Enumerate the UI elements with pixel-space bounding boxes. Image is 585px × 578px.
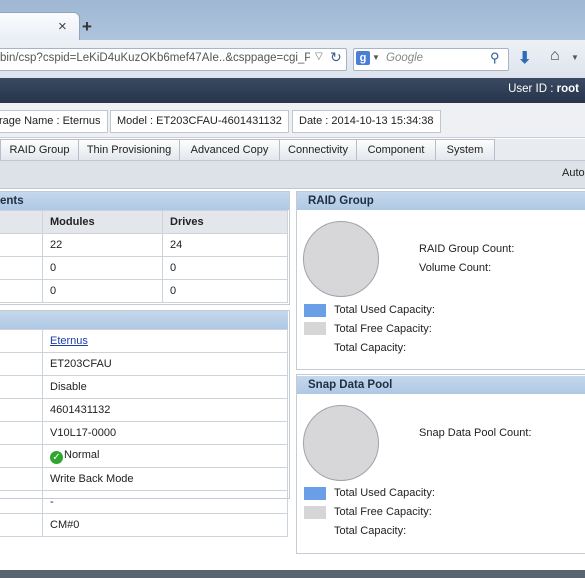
table-cell: 22: [42, 233, 163, 257]
table-row: 0 0: [0, 256, 288, 280]
table-cell: V10L17-0000: [42, 421, 288, 445]
components-panel-title: ents: [0, 192, 289, 210]
table-cell: 0: [42, 279, 163, 303]
used-capacity-swatch: [304, 304, 326, 317]
components-table: Modules Drives 22 24 0 0 0 0: [0, 210, 288, 303]
table-row: 4601431132: [0, 398, 288, 422]
table-row: V10L17-0000: [0, 421, 288, 445]
search-input[interactable]: Google: [386, 52, 423, 64]
table-cell: CM#0: [42, 513, 288, 537]
tab-advanced-copy[interactable]: Advanced Copy: [179, 139, 280, 161]
reload-icon[interactable]: ↻: [330, 49, 342, 66]
total-capacity-label: Total Capacity:: [334, 525, 407, 537]
snap-capacity-pie: [303, 405, 379, 481]
system-name-cell[interactable]: Eternus: [42, 329, 288, 353]
home-icon[interactable]: ⌂: [550, 47, 560, 65]
table-cell: Write Back Mode: [42, 467, 288, 491]
total-used-capacity-label: Total Used Capacity:: [334, 487, 435, 499]
auto-refresh-label[interactable]: Auto: [562, 167, 585, 179]
table-row: Disable: [0, 375, 288, 399]
raid-capacity-pie: [303, 221, 379, 297]
table-cell: 0: [162, 256, 288, 280]
taskbar-edge: [0, 570, 585, 578]
table-row: Write Back Mode: [0, 467, 288, 491]
total-used-capacity-label: Total Used Capacity:: [334, 304, 435, 316]
search-icon[interactable]: ⚲: [490, 50, 500, 66]
total-free-capacity-label: Total Free Capacity:: [334, 323, 432, 335]
browser-tab[interactable]: [0, 12, 80, 41]
user-id: User ID : root: [508, 83, 579, 95]
total-free-capacity-label: Total Free Capacity:: [334, 506, 432, 518]
raid-group-panel-title: RAID Group: [297, 192, 585, 210]
free-capacity-swatch: [304, 322, 326, 335]
table-cell: 0: [42, 256, 163, 280]
table-cell: 24: [162, 233, 288, 257]
table-row: 22 24: [0, 233, 288, 257]
download-icon[interactable]: ⬇: [518, 48, 531, 68]
system-name-link[interactable]: Eternus: [50, 335, 88, 347]
tab-raid-group[interactable]: RAID Group: [0, 139, 79, 161]
table-row: Eternus: [0, 329, 288, 353]
table-cell: -: [42, 490, 288, 514]
address-bar-url[interactable]: bin/csp?cspid=LeKiD4uKuzOKb6mef47AIe..&c…: [0, 52, 310, 64]
table-row: ET203CFAU: [0, 352, 288, 376]
volume-count-label: Volume Count:: [419, 262, 492, 274]
tab-system[interactable]: System: [435, 139, 495, 161]
snap-data-pool-count-label: Snap Data Pool Count:: [419, 427, 532, 439]
table-cell: ET203CFAU: [42, 352, 288, 376]
check-circle-icon: ✓: [50, 450, 63, 464]
table-row: CM#0: [0, 513, 288, 537]
table-row: 0 0: [0, 279, 288, 303]
table-cell: Disable: [42, 375, 288, 399]
system-panel-title: [0, 311, 288, 329]
raid-group-count-label: RAID Group Count:: [419, 243, 515, 255]
close-tab-icon[interactable]: ×: [58, 18, 67, 35]
status-text: Normal: [64, 448, 100, 461]
table-cell: 4601431132: [42, 398, 288, 422]
model-info: Model : ET203CFAU-4601431132: [110, 110, 289, 133]
system-info-table: Eternus ET203CFAU Disable 4601431132 V10…: [0, 329, 288, 537]
new-tab-icon[interactable]: +: [82, 17, 92, 37]
tab-thin-provisioning[interactable]: Thin Provisioning: [78, 139, 180, 161]
column-header-modules: Modules: [42, 210, 163, 234]
used-capacity-swatch: [304, 487, 326, 500]
dropdown-arrow-icon[interactable]: ▽: [315, 51, 323, 62]
total-capacity-label: Total Capacity:: [334, 342, 407, 354]
date-info: Date : 2014-10-13 15:34:38: [292, 110, 441, 133]
tab-component[interactable]: Component: [356, 139, 436, 161]
storage-name: rage Name : Eternus: [0, 110, 108, 133]
table-row: ✓ Normal: [0, 444, 288, 468]
free-capacity-swatch: [304, 506, 326, 519]
chevron-down-icon[interactable]: ▼: [372, 53, 380, 62]
search-engine-icon[interactable]: g: [356, 51, 370, 65]
column-header-drives: Drives: [162, 210, 288, 234]
app-header: [0, 78, 585, 103]
snap-data-pool-panel-title: Snap Data Pool: [297, 376, 585, 394]
sub-toolbar: [0, 160, 585, 189]
chevron-down-icon[interactable]: ▼: [571, 53, 579, 62]
status-cell: ✓ Normal: [42, 444, 288, 468]
table-cell: 0: [162, 279, 288, 303]
table-cell: [0, 210, 43, 234]
table-row: -: [0, 490, 288, 514]
tab-connectivity[interactable]: Connectivity: [279, 139, 357, 161]
